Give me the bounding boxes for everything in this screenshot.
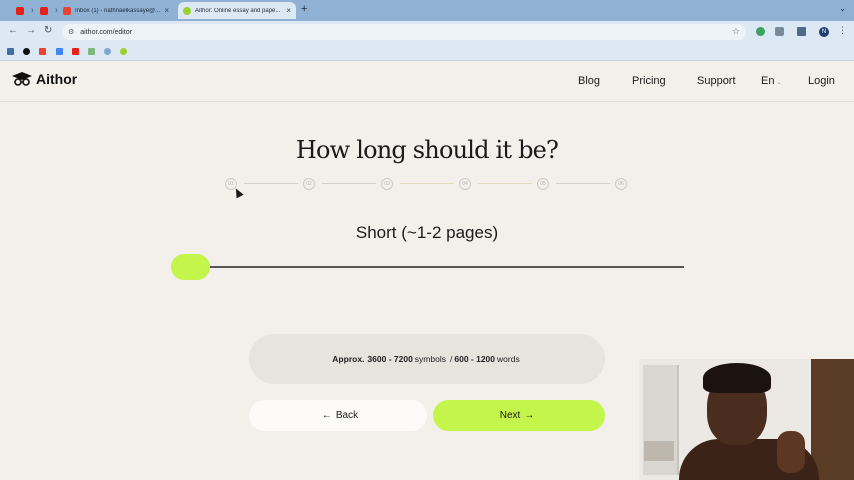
browser-tab-gmail[interactable]: Inbox (1) - nathnaelkassaye@... × (58, 2, 174, 19)
aithor-favicon-icon (183, 6, 191, 15)
gmail-icon (63, 6, 71, 15)
symbols-word: symbols (414, 354, 446, 364)
extension-grammarly-icon[interactable] (756, 27, 765, 36)
arrow-right-icon: → (524, 410, 535, 421)
bookmark-icon[interactable] (23, 48, 30, 55)
browser-tabstrip: × × Inbox (1) - nathnaelkassaye@... × Ai… (0, 0, 854, 21)
bookmark-icon[interactable] (104, 48, 111, 55)
youtube-bookmark-icon[interactable] (72, 48, 79, 55)
new-tab-button[interactable]: + (301, 3, 307, 15)
step-connector (244, 183, 298, 184)
close-icon[interactable]: × (31, 6, 33, 15)
webcam-overlay (639, 359, 854, 480)
tab-search-icon[interactable]: ⌄ (839, 4, 846, 13)
bookmarks-bar (0, 43, 854, 61)
close-icon[interactable]: × (55, 6, 57, 15)
step-indicator-6: 06 (615, 178, 627, 190)
next-button-label: Next (499, 410, 521, 421)
back-button[interactable]: ← Back (249, 400, 427, 431)
browser-toolbar: ← → ↻ ⚙ aithor.com/editor ☆ N ⋮ (0, 21, 854, 43)
webcam-person-hair (703, 363, 771, 393)
browser-menu-icon[interactable]: ⋮ (838, 25, 847, 36)
step-connector (556, 183, 610, 184)
bookmark-icon[interactable] (88, 48, 95, 55)
extension-puzzle-icon[interactable] (775, 27, 784, 36)
nav-support[interactable]: Support (697, 75, 736, 87)
nav-pricing[interactable]: Pricing (632, 75, 666, 87)
nav-blog[interactable]: Blog (578, 75, 600, 87)
graduation-cap-icon (11, 71, 33, 87)
youtube-icon (16, 6, 24, 15)
webcam-person-hand (777, 431, 805, 473)
tab-title: Aithor: Online essay and pape... (195, 7, 281, 14)
bookmark-star-icon[interactable]: ☆ (732, 26, 740, 37)
step-indicator-4: 04 (459, 178, 471, 190)
brand-logo[interactable]: Aithor (11, 71, 77, 87)
chevron-down-icon: ⌄ (776, 80, 782, 86)
page-title: How long should it be? (295, 136, 559, 164)
address-bar[interactable]: ⚙ aithor.com/editor ☆ (62, 24, 746, 40)
reload-icon[interactable]: ↻ (44, 25, 52, 36)
wizard-stepper: 01 02 03 04 05 06 (0, 176, 854, 192)
close-icon[interactable]: × (286, 6, 291, 15)
forward-arrow-icon[interactable]: → (26, 25, 36, 36)
approx-length-info: Approx. 3600 - 7200 symbols / 600 - 1200… (249, 334, 605, 384)
step-indicator-2: 02 (303, 178, 315, 190)
youtube-icon (40, 6, 48, 15)
back-button-label: Back (335, 410, 359, 421)
separator: / (449, 354, 453, 364)
words-range: 600 - 1200 (454, 354, 496, 364)
url-text: aithor.com/editor (80, 28, 133, 36)
step-connector (322, 183, 376, 184)
profile-avatar[interactable]: N (819, 27, 829, 37)
aithor-bookmark-icon[interactable] (120, 48, 127, 55)
arrow-left-icon: ← (321, 410, 332, 421)
gmail-bookmark-icon[interactable] (39, 48, 46, 55)
step-connector (400, 183, 454, 184)
length-slider-handle[interactable] (171, 254, 210, 280)
tab-title: Inbox (1) - nathnaelkassaye@... (75, 7, 161, 14)
back-arrow-icon[interactable]: ← (8, 25, 18, 36)
step-connector (478, 183, 532, 184)
bookmark-icon[interactable] (7, 48, 14, 55)
browser-tab-youtube-1[interactable]: × (11, 2, 33, 19)
approx-prefix: Approx. (332, 354, 365, 364)
close-icon[interactable]: × (164, 6, 169, 15)
nav-login[interactable]: Login (808, 75, 835, 87)
step-indicator-5: 05 (537, 178, 549, 190)
symbols-range: 3600 - 7200 (367, 354, 413, 364)
browser-tab-youtube-2[interactable]: × (35, 2, 57, 19)
browser-tab-aithor[interactable]: Aithor: Online essay and pape... × (178, 2, 296, 19)
next-button[interactable]: Next → (433, 400, 605, 431)
words-word: words (497, 354, 520, 364)
step-indicator-3: 03 (381, 178, 393, 190)
site-header: Aithor Blog Pricing Support En ⌄ Login (0, 62, 854, 102)
language-label: En (761, 75, 775, 87)
length-slider-track[interactable] (190, 266, 684, 268)
language-selector[interactable]: En ⌄ (761, 75, 782, 87)
brand-name: Aithor (36, 71, 78, 87)
length-label: Short (~1-2 pages) (355, 223, 499, 242)
site-info-icon[interactable]: ⚙ (68, 28, 74, 36)
webcam-background-door (811, 359, 854, 480)
docs-bookmark-icon[interactable] (56, 48, 63, 55)
side-panel-icon[interactable] (797, 27, 806, 36)
webcam-background-shelf (644, 441, 674, 461)
